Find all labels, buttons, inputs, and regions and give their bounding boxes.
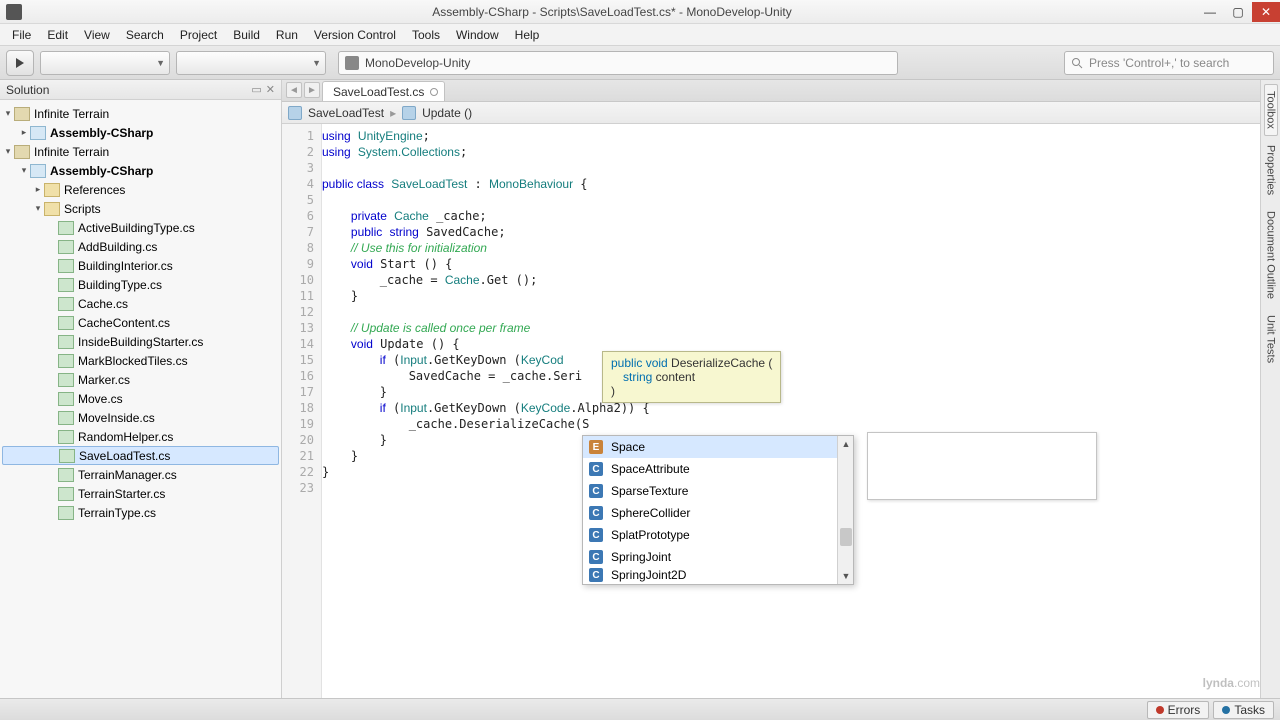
- menu-edit[interactable]: Edit: [39, 24, 76, 46]
- tab-row: ◄ ► SaveLoadTest.cs: [282, 80, 1260, 102]
- tree-item[interactable]: ▸Assembly-CSharp: [2, 123, 279, 142]
- menu-version-control[interactable]: Version Control: [306, 24, 404, 46]
- tree-item[interactable]: SaveLoadTest.cs: [2, 446, 279, 465]
- menu-help[interactable]: Help: [507, 24, 548, 46]
- search-icon: [1071, 57, 1083, 69]
- target-combo[interactable]: ▼: [176, 51, 326, 75]
- platform-field[interactable]: MonoDevelop-Unity: [338, 51, 898, 75]
- maximize-button[interactable]: ▢: [1224, 2, 1252, 22]
- tree-item[interactable]: Move.cs: [2, 389, 279, 408]
- title-bar: Assembly-CSharp - Scripts\SaveLoadTest.c…: [0, 0, 1280, 24]
- autocomplete-item[interactable]: CSplatPrototype: [583, 524, 837, 546]
- toolbar: ▼ ▼ MonoDevelop-Unity Press 'Control+,' …: [0, 46, 1280, 80]
- method-icon: [402, 106, 416, 120]
- code-area[interactable]: 1using UnityEngine;2using System.Collect…: [282, 124, 1260, 698]
- tree-item[interactable]: InsideBuildingStarter.cs: [2, 332, 279, 351]
- menu-file[interactable]: File: [4, 24, 39, 46]
- side-tab-unit-tests[interactable]: Unit Tests: [1264, 308, 1278, 370]
- panel-close-button[interactable]: ✕: [266, 83, 275, 96]
- right-tool-strip: Toolbox Properties Document Outline Unit Te…: [1260, 80, 1280, 698]
- editor: ◄ ► SaveLoadTest.cs SaveLoadTest ▸ Updat…: [282, 80, 1260, 698]
- tree-item[interactable]: BuildingInterior.cs: [2, 256, 279, 275]
- menu-view[interactable]: View: [76, 24, 118, 46]
- class-icon: [288, 106, 302, 120]
- run-button[interactable]: [6, 50, 34, 76]
- autocomplete-popup[interactable]: ESpaceCSpaceAttributeCSparseTextureCSphe…: [582, 435, 854, 585]
- menu-window[interactable]: Window: [448, 24, 507, 46]
- window-title: Assembly-CSharp - Scripts\SaveLoadTest.c…: [28, 5, 1196, 19]
- menu-bar: FileEditViewSearchProjectBuildRunVersion…: [0, 24, 1280, 46]
- solution-panel: Solution ▭ ✕ ▾Infinite Terrain▸Assembly-…: [0, 80, 282, 698]
- tree-item[interactable]: ▾Infinite Terrain: [2, 142, 279, 161]
- autocomplete-item[interactable]: ESpace: [583, 436, 837, 458]
- config-combo[interactable]: ▼: [40, 51, 170, 75]
- errors-button[interactable]: Errors: [1147, 701, 1210, 719]
- autocomplete-item[interactable]: CSpringJoint: [583, 546, 837, 568]
- tree-item[interactable]: ActiveBuildingType.cs: [2, 218, 279, 237]
- tree-item[interactable]: TerrainManager.cs: [2, 465, 279, 484]
- autocomplete-item[interactable]: CSphereCollider: [583, 502, 837, 524]
- panel-dock-button[interactable]: ▭: [251, 83, 261, 96]
- tree-item[interactable]: Cache.cs: [2, 294, 279, 313]
- status-bar: Errors Tasks: [0, 698, 1280, 720]
- solution-tree[interactable]: ▾Infinite Terrain▸Assembly-CSharp▾Infini…: [0, 100, 281, 526]
- autocomplete-docbox: [867, 432, 1097, 500]
- solution-header: Solution ▭ ✕: [0, 80, 281, 100]
- side-tab-properties[interactable]: Properties: [1264, 138, 1278, 202]
- global-search[interactable]: Press 'Control+,' to search: [1064, 51, 1274, 75]
- nav-back-button[interactable]: ◄: [286, 82, 302, 98]
- menu-run[interactable]: Run: [268, 24, 306, 46]
- autocomplete-item[interactable]: CSpaceAttribute: [583, 458, 837, 480]
- tree-item[interactable]: TerrainType.cs: [2, 503, 279, 522]
- tree-item[interactable]: CacheContent.cs: [2, 313, 279, 332]
- side-tab-toolbox[interactable]: Toolbox: [1264, 84, 1278, 136]
- side-tab-document-outline[interactable]: Document Outline: [1264, 204, 1278, 306]
- platform-icon: [345, 56, 359, 70]
- close-button[interactable]: ✕: [1252, 2, 1280, 22]
- file-tab[interactable]: SaveLoadTest.cs: [322, 81, 445, 101]
- tree-item[interactable]: AddBuilding.cs: [2, 237, 279, 256]
- breadcrumb[interactable]: SaveLoadTest ▸ Update (): [282, 102, 1260, 124]
- tree-item[interactable]: MoveInside.cs: [2, 408, 279, 427]
- menu-search[interactable]: Search: [118, 24, 172, 46]
- tree-item[interactable]: ▾Infinite Terrain: [2, 104, 279, 123]
- minimize-button[interactable]: —: [1196, 2, 1224, 22]
- menu-build[interactable]: Build: [225, 24, 268, 46]
- nav-forward-button[interactable]: ►: [304, 82, 320, 98]
- tree-item[interactable]: TerrainStarter.cs: [2, 484, 279, 503]
- tree-item[interactable]: ▸References: [2, 180, 279, 199]
- tree-item[interactable]: ▾Scripts: [2, 199, 279, 218]
- tree-item[interactable]: MarkBlockedTiles.cs: [2, 351, 279, 370]
- app-icon: [6, 4, 22, 20]
- menu-project[interactable]: Project: [172, 24, 225, 46]
- tree-item[interactable]: ▾Assembly-CSharp: [2, 161, 279, 180]
- tab-dirty-icon: [430, 88, 438, 96]
- watermark: lynda.com: [1203, 662, 1260, 694]
- autocomplete-item[interactable]: CSparseTexture: [583, 480, 837, 502]
- tree-item[interactable]: BuildingType.cs: [2, 275, 279, 294]
- autocomplete-scrollbar[interactable]: ▲ ▼: [837, 436, 853, 584]
- menu-tools[interactable]: Tools: [404, 24, 448, 46]
- signature-tooltip: public void DeserializeCache ( string co…: [602, 351, 781, 403]
- tasks-button[interactable]: Tasks: [1213, 701, 1274, 719]
- tree-item[interactable]: Marker.cs: [2, 370, 279, 389]
- tree-item[interactable]: RandomHelper.cs: [2, 427, 279, 446]
